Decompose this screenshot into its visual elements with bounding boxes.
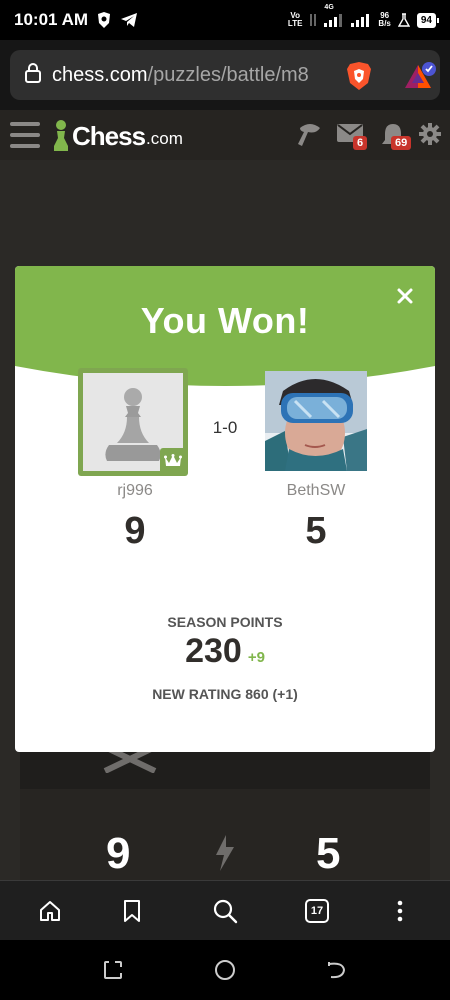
battle-panel: 9 5 (20, 744, 430, 885)
tab-count: 17 (305, 899, 329, 923)
url-domain: chess.com (52, 63, 148, 86)
back-icon[interactable] (325, 958, 349, 982)
status-indicators: Vo LTE 4G 96 B/s 94 (288, 4, 440, 28)
winner-crown-badge (160, 448, 186, 474)
pawn-speech-icon[interactable] (296, 122, 324, 153)
lightning-icon (214, 835, 236, 876)
system-nav-bar (0, 940, 450, 1000)
battery-indicator: 94 (416, 12, 440, 28)
gear-icon[interactable] (418, 122, 442, 151)
season-points-label: SEASON POINTS (167, 614, 283, 630)
tabs-button[interactable]: 17 (302, 896, 332, 926)
logo-text: Chess (72, 121, 146, 151)
pawn-logo-icon (54, 120, 68, 151)
url-text[interactable]: chess.com/puzzles/battle/m8 (52, 64, 322, 87)
recent-apps-icon[interactable] (101, 958, 125, 982)
status-bar: 10:01 AM Vo LTE 4G 96 B/s 94 (0, 0, 450, 40)
brave-rewards-icon[interactable] (403, 61, 437, 96)
logo-suffix: .com (146, 129, 183, 148)
modal-title: You Won! (140, 300, 310, 341)
lock-icon (24, 62, 42, 89)
crown-icon (164, 454, 182, 466)
flask-icon (397, 13, 410, 27)
speed-unit: B/s (378, 19, 391, 28)
site-header: Chess .com 6 69 (0, 110, 450, 160)
player2-score: 5 (305, 510, 327, 552)
season-points-row: 230 +9 (15, 632, 435, 671)
player1-avatar (78, 368, 188, 476)
player1-score: 9 (124, 510, 146, 552)
brave-shields-icon[interactable] (346, 61, 372, 96)
menu-icon[interactable] (10, 122, 40, 148)
search-icon[interactable] (210, 896, 240, 926)
network-speed: 96 B/s (378, 12, 390, 28)
result-modal: You Won! 1-0 rj996 BethSW 9 5 SEASON POI… (15, 266, 435, 752)
new-rating: NEW RATING 860 (+1) (152, 686, 298, 702)
browser-bottom-bar: 17 (0, 880, 450, 940)
battle-score-left: 9 (106, 829, 131, 878)
messages-badge: 6 (353, 136, 368, 150)
battle-score-right: 5 (316, 829, 341, 878)
player2-photo (265, 371, 367, 471)
match-result: 1-0 (212, 418, 238, 437)
telegram-icon (120, 12, 138, 28)
more-menu-icon[interactable] (385, 896, 415, 926)
address-bar[interactable]: chess.com/puzzles/battle/m8 (10, 50, 440, 100)
signal-icon (351, 13, 371, 27)
season-points-delta: +9 (247, 649, 265, 666)
data-arrows-icon (309, 13, 317, 27)
url-path: /puzzles/battle/m8 (147, 63, 309, 86)
close-icon[interactable] (395, 286, 415, 306)
browser-toolbar: chess.com/puzzles/battle/m8 (0, 40, 450, 110)
season-points-value: 230 (185, 632, 242, 670)
brave-shield-status-icon (96, 11, 112, 29)
player1-name[interactable]: rj996 (60, 482, 210, 500)
player2-avatar (265, 371, 367, 471)
player2-name[interactable]: BethSW (241, 482, 391, 500)
chess-logo[interactable]: Chess .com (50, 118, 183, 152)
volte-indicator: Vo LTE (288, 12, 303, 28)
notifications-badge: 69 (391, 136, 412, 150)
home-icon[interactable] (35, 896, 65, 926)
bookmark-icon[interactable] (117, 896, 147, 926)
volte-bottom: LTE (287, 19, 303, 28)
status-time: 10:01 AM (14, 10, 89, 29)
signal-label: 4G (324, 4, 334, 11)
signal-4g-icon: 4G (324, 4, 344, 27)
home-circle-icon[interactable] (213, 958, 237, 982)
